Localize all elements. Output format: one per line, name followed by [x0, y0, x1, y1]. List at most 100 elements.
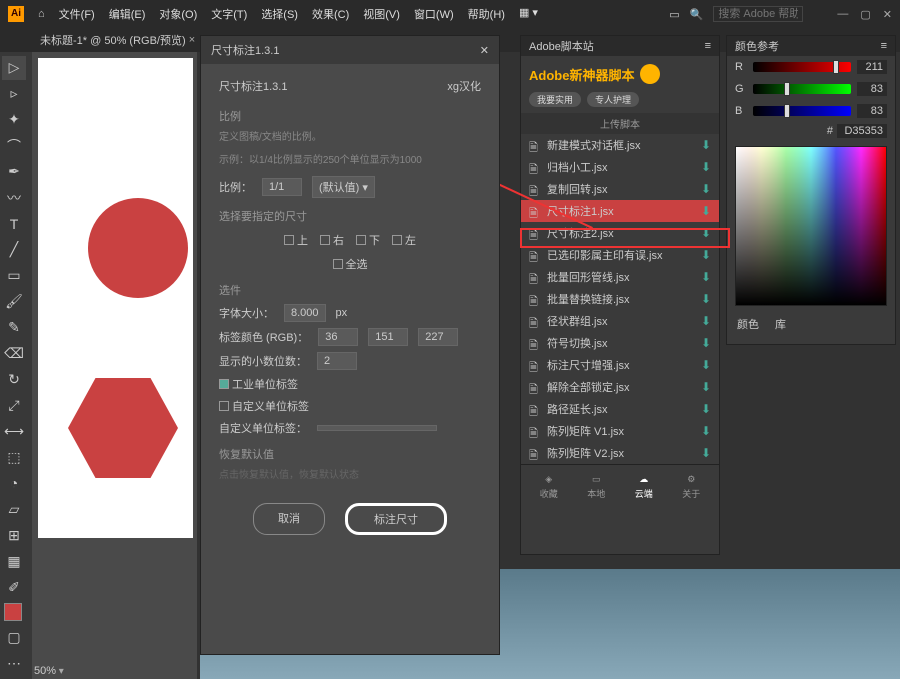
side-left-checkbox[interactable]: 左: [392, 232, 416, 248]
custom-unit-checkbox[interactable]: 自定义单位标签: [219, 398, 481, 414]
side-top-checkbox[interactable]: 上: [284, 232, 308, 248]
side-bottom-checkbox[interactable]: 下: [356, 232, 380, 248]
search-input[interactable]: [713, 6, 803, 22]
menu-window[interactable]: 窗口(W): [414, 6, 454, 22]
side-right-checkbox[interactable]: 右: [320, 232, 344, 248]
script-item[interactable]: 🗎尺寸标注2.jsx⬇: [521, 222, 719, 244]
screen-mode-icon[interactable]: ▢: [2, 625, 26, 649]
workspace-switcher-icon[interactable]: ▦ ▾: [519, 6, 538, 22]
shaper-tool[interactable]: ✎: [2, 316, 26, 340]
footer-local[interactable]: ▭本地: [587, 474, 605, 500]
decimals-input[interactable]: 2: [317, 352, 357, 370]
download-icon[interactable]: ⬇: [701, 182, 711, 196]
download-icon[interactable]: ⬇: [701, 314, 711, 328]
direct-selection-tool[interactable]: ▹: [2, 82, 26, 106]
menu-view[interactable]: 视图(V): [363, 6, 400, 22]
footer-cloud[interactable]: ☁云端: [635, 474, 653, 500]
script-item[interactable]: 🗎复制回转.jsx⬇: [521, 178, 719, 200]
custom-unit-input[interactable]: [317, 425, 437, 431]
download-icon[interactable]: ⬇: [701, 204, 711, 218]
script-item[interactable]: 🗎已选印影属主印有误.jsx⬇: [521, 244, 719, 266]
width-tool[interactable]: ⟷: [2, 419, 26, 443]
shape-builder-tool[interactable]: ◔: [2, 471, 26, 495]
red-circle-shape[interactable]: [88, 198, 188, 298]
script-item[interactable]: 🗎标注尺寸增强.jsx⬇: [521, 354, 719, 376]
rectangle-tool[interactable]: ▭: [2, 264, 26, 288]
banner-btn-2[interactable]: 专人护理: [587, 92, 639, 107]
dialog-close-icon[interactable]: ✕: [480, 44, 489, 57]
selection-tool[interactable]: ▷: [2, 56, 26, 80]
script-item[interactable]: 🗎路径延长.jsx⬇: [521, 398, 719, 420]
lasso-tool[interactable]: ⌒: [2, 134, 26, 158]
ratio-default-select[interactable]: (默认值) ▾: [312, 176, 375, 198]
color-r-input[interactable]: 36: [318, 328, 358, 346]
download-icon[interactable]: ⬇: [701, 358, 711, 372]
download-icon[interactable]: ⬇: [701, 380, 711, 394]
mesh-tool[interactable]: ⊞: [2, 523, 26, 547]
banner-btn-1[interactable]: 我要实用: [529, 92, 581, 107]
maximize-icon[interactable]: ▢: [860, 8, 870, 21]
footer-fav[interactable]: ◈收藏: [540, 474, 558, 500]
color-spectrum[interactable]: [735, 146, 887, 306]
minimize-icon[interactable]: —: [837, 8, 848, 21]
menu-object[interactable]: 对象(O): [159, 6, 197, 22]
script-item[interactable]: 🗎符号切换.jsx⬇: [521, 332, 719, 354]
close-icon[interactable]: ✕: [883, 8, 892, 21]
panel-menu-icon[interactable]: ≡: [881, 40, 887, 52]
download-icon[interactable]: ⬇: [701, 160, 711, 174]
menu-help[interactable]: 帮助(H): [468, 6, 505, 22]
zoom-level[interactable]: 50%: [34, 665, 56, 677]
pen-tool[interactable]: ✒: [2, 160, 26, 184]
download-icon[interactable]: ⬇: [701, 446, 711, 460]
download-icon[interactable]: ⬇: [701, 270, 711, 284]
b-value[interactable]: 83: [857, 104, 887, 118]
script-item[interactable]: 🗎归档小工.jsx⬇: [521, 156, 719, 178]
download-icon[interactable]: ⬇: [701, 336, 711, 350]
r-slider[interactable]: [753, 62, 851, 72]
side-all-checkbox[interactable]: 全选: [333, 256, 368, 272]
g-value[interactable]: 83: [857, 82, 887, 96]
panel-menu-icon[interactable]: ≡: [705, 40, 711, 52]
red-hexagon-shape[interactable]: [68, 378, 178, 478]
search-icon[interactable]: 🔍: [690, 8, 704, 21]
menu-effect[interactable]: 效果(C): [312, 6, 349, 22]
script-item[interactable]: 🗎新建模式对话框.jsx⬇: [521, 134, 719, 156]
script-item[interactable]: 🗎批量替换链接.jsx⬇: [521, 288, 719, 310]
free-transform-tool[interactable]: ⬚: [2, 445, 26, 469]
fontsize-input[interactable]: 8.000: [284, 304, 326, 322]
gradient-tool[interactable]: ▦: [2, 549, 26, 573]
curvature-tool[interactable]: 〰: [2, 186, 26, 210]
edit-toolbar-icon[interactable]: ⋯: [2, 651, 26, 675]
color-g-input[interactable]: 151: [368, 328, 408, 346]
ratio-input[interactable]: 1/1: [262, 178, 302, 196]
eyedropper-tool[interactable]: ✐: [2, 575, 26, 599]
library-tab[interactable]: 库: [775, 316, 786, 332]
download-icon[interactable]: ⬇: [701, 292, 711, 306]
script-item[interactable]: 🗎尺寸标注1.jsx⬇: [521, 200, 719, 222]
menu-select[interactable]: 选择(S): [261, 6, 298, 22]
rotate-tool[interactable]: ↻: [2, 367, 26, 391]
hex-value[interactable]: D35353: [837, 124, 887, 138]
script-item[interactable]: 🗎批量回形管线.jsx⬇: [521, 266, 719, 288]
script-item[interactable]: 🗎陈列矩阵 V1.jsx⬇: [521, 420, 719, 442]
script-item[interactable]: 🗎解除全部锁定.jsx⬇: [521, 376, 719, 398]
eraser-tool[interactable]: ⌫: [2, 341, 26, 365]
magic-wand-tool[interactable]: ✦: [2, 108, 26, 132]
r-value[interactable]: 211: [857, 60, 887, 74]
menu-type[interactable]: 文字(T): [211, 6, 247, 22]
type-tool[interactable]: T: [2, 212, 26, 236]
g-slider[interactable]: [753, 84, 851, 94]
b-slider[interactable]: [753, 106, 851, 116]
menu-edit[interactable]: 编辑(E): [109, 6, 146, 22]
artboard[interactable]: [38, 58, 193, 538]
script-item[interactable]: 🗎陈列矩阵 V2.jsx⬇: [521, 442, 719, 464]
download-icon[interactable]: ⬇: [701, 226, 711, 240]
perspective-tool[interactable]: ▱: [2, 497, 26, 521]
download-icon[interactable]: ⬇: [701, 138, 711, 152]
scale-tool[interactable]: ⤢: [2, 393, 26, 417]
download-icon[interactable]: ⬇: [701, 402, 711, 416]
home-icon[interactable]: ⌂: [38, 8, 45, 20]
line-tool[interactable]: ╱: [2, 238, 26, 262]
color-b-input[interactable]: 227: [418, 328, 458, 346]
download-icon[interactable]: ⬇: [701, 248, 711, 262]
